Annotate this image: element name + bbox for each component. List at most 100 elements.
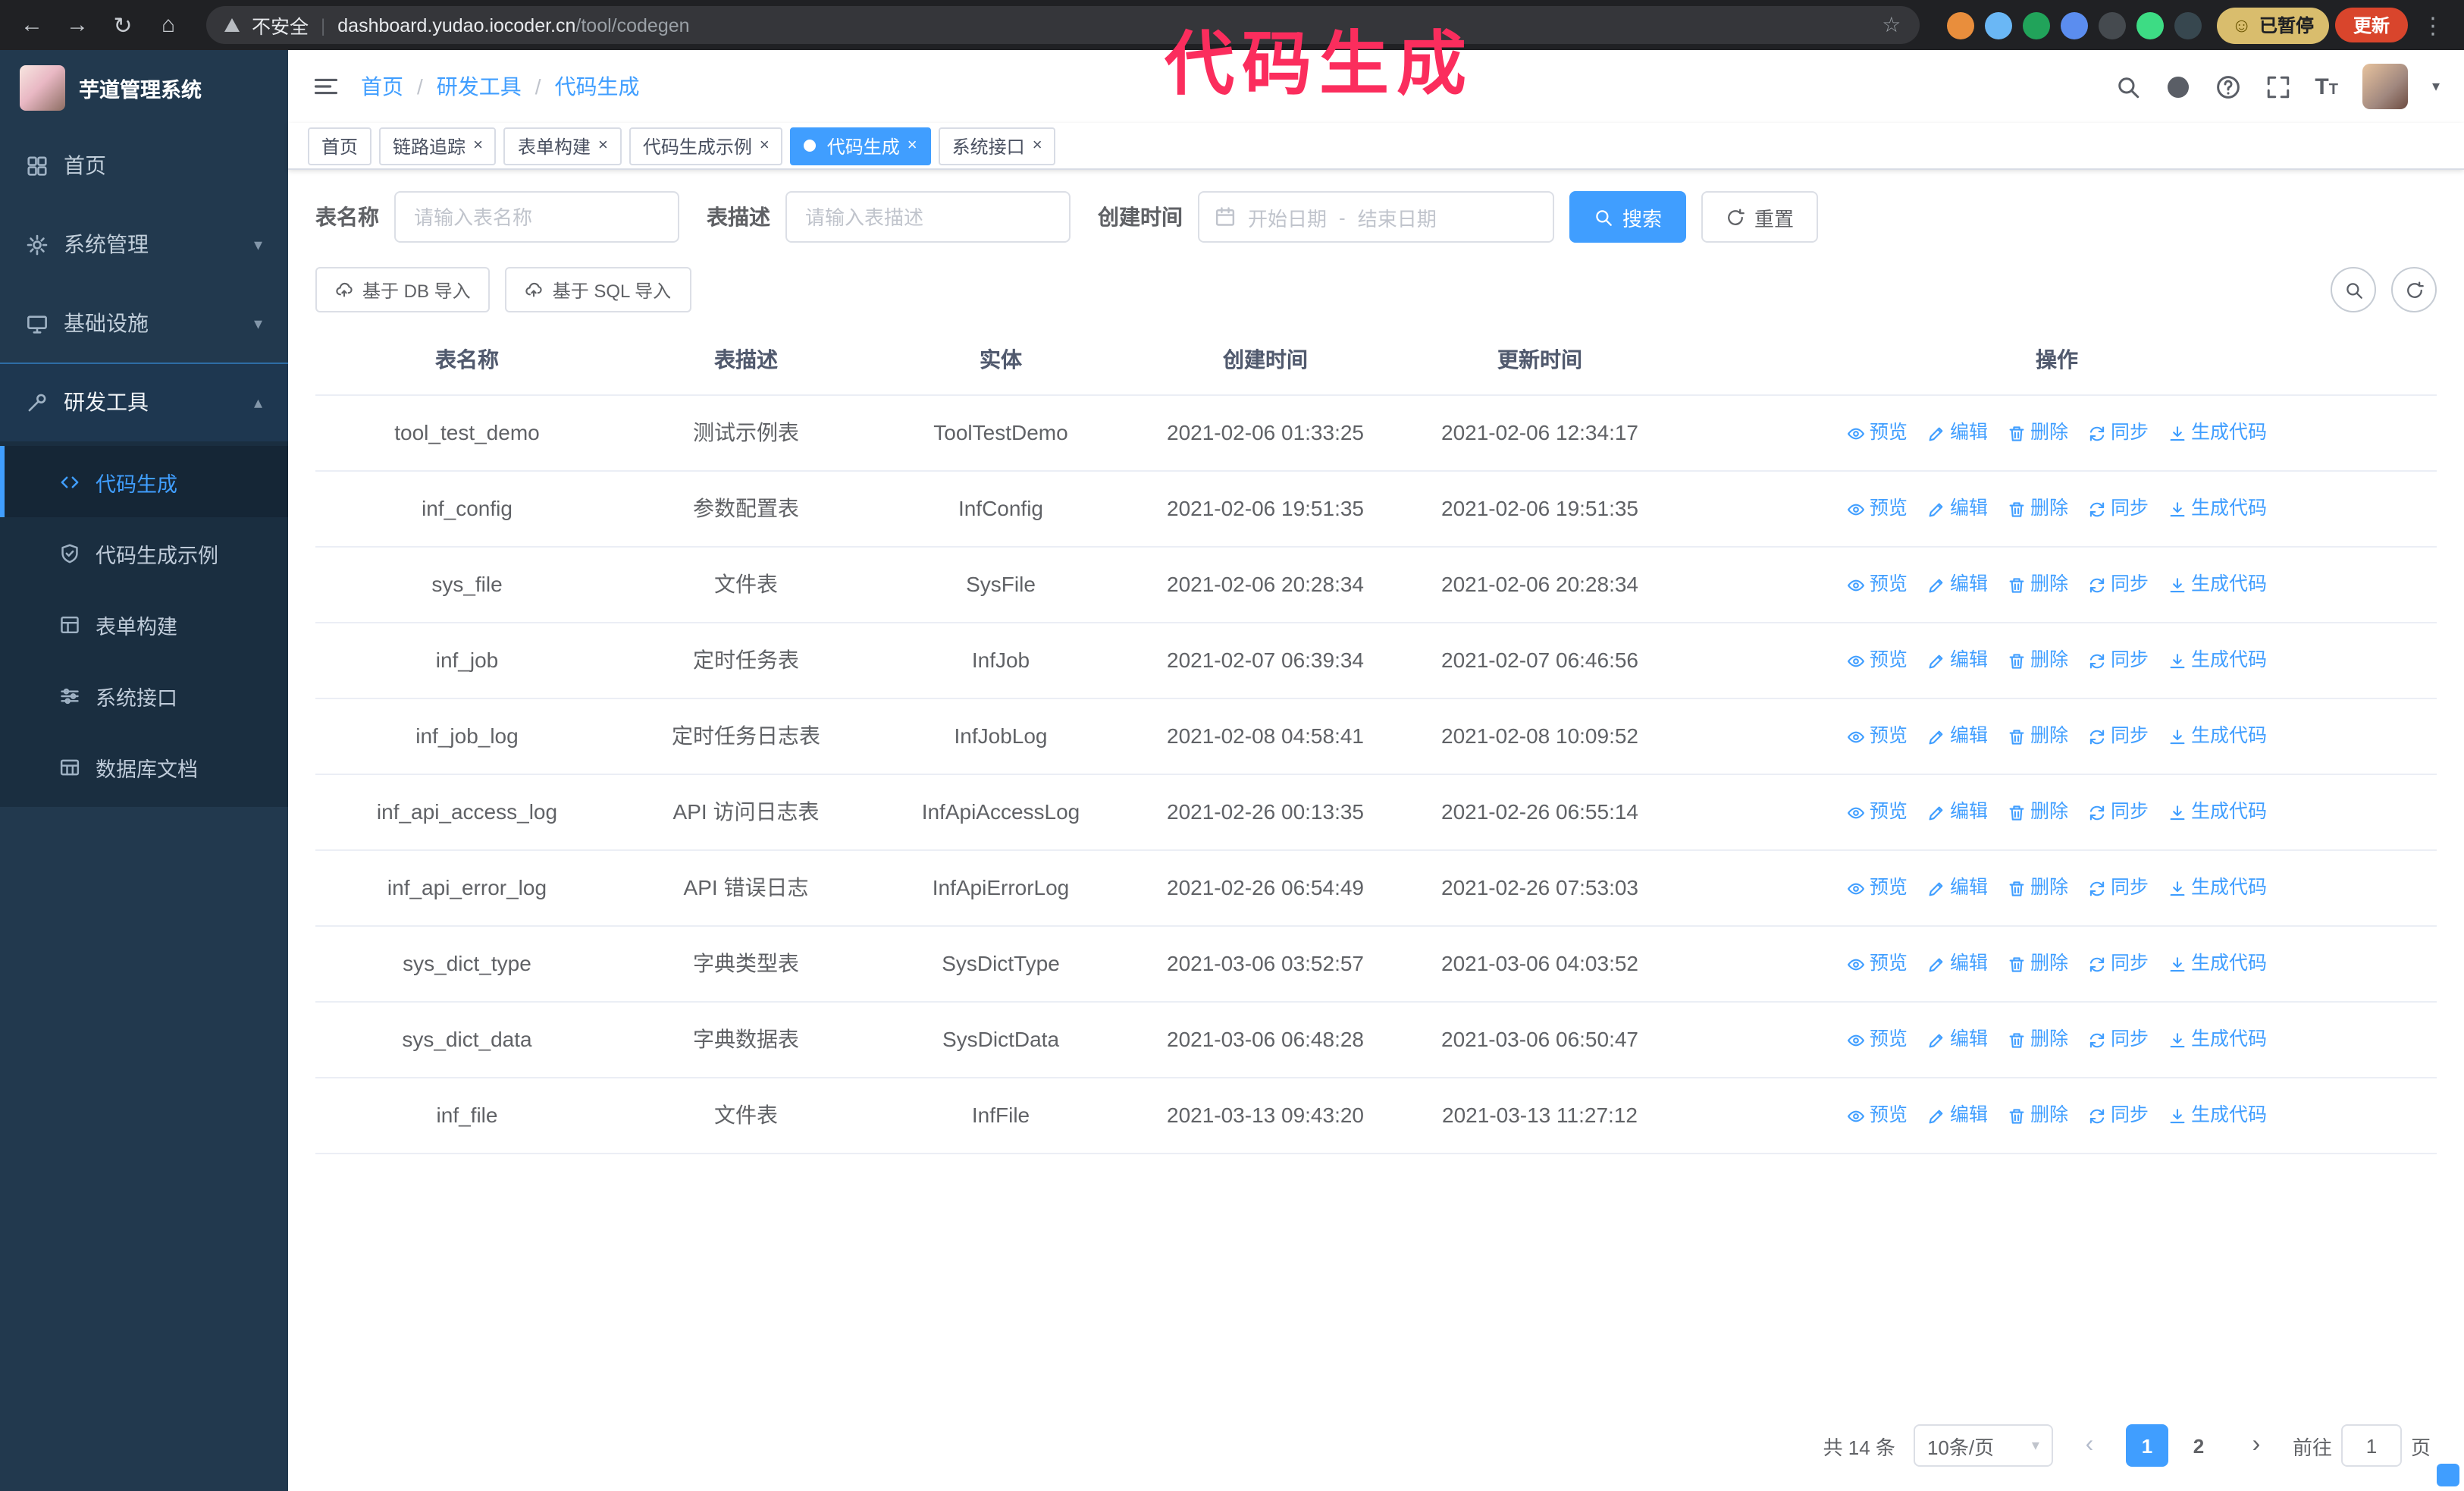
delete-link[interactable]: 删除 bbox=[2008, 948, 2068, 980]
tab-item[interactable]: 代码生成示例 × bbox=[629, 127, 783, 165]
edit-link[interactable]: 编辑 bbox=[1927, 1100, 1988, 1132]
goto-page-input[interactable] bbox=[2340, 1424, 2402, 1467]
generate-code-link[interactable]: 生成代码 bbox=[2168, 948, 2267, 980]
close-icon[interactable]: × bbox=[1033, 137, 1042, 155]
sync-link[interactable]: 同步 bbox=[2088, 872, 2149, 904]
search-icon[interactable] bbox=[2114, 74, 2140, 99]
preview-link[interactable]: 预览 bbox=[1847, 1024, 1908, 1056]
generate-code-link[interactable]: 生成代码 bbox=[2168, 872, 2267, 904]
edit-link[interactable]: 编辑 bbox=[1927, 645, 1988, 676]
refresh-table-button[interactable] bbox=[2391, 267, 2437, 312]
github-icon[interactable] bbox=[2165, 74, 2190, 99]
edit-link[interactable]: 编辑 bbox=[1927, 872, 1988, 904]
generate-code-link[interactable]: 生成代码 bbox=[2168, 796, 2267, 828]
generate-code-link[interactable]: 生成代码 bbox=[2168, 1024, 2267, 1056]
ext-wallet-icon[interactable] bbox=[2098, 11, 2126, 39]
tab-active[interactable]: 代码生成 × bbox=[790, 127, 931, 165]
reset-button[interactable]: 重置 bbox=[1701, 191, 1819, 243]
toggle-search-button[interactable] bbox=[2331, 267, 2376, 312]
sync-link[interactable]: 同步 bbox=[2088, 417, 2149, 449]
sync-link[interactable]: 同步 bbox=[2088, 948, 2149, 980]
edit-link[interactable]: 编辑 bbox=[1927, 493, 1988, 525]
generate-code-link[interactable]: 生成代码 bbox=[2168, 1100, 2267, 1132]
back-button[interactable]: ← bbox=[12, 5, 52, 45]
font-size-icon[interactable]: TT bbox=[2315, 74, 2338, 99]
generate-code-link[interactable]: 生成代码 bbox=[2168, 569, 2267, 601]
page-size-select[interactable]: 10条/页 ▾ bbox=[1913, 1424, 2053, 1467]
generate-code-link[interactable]: 生成代码 bbox=[2168, 645, 2267, 676]
collapse-sidebar-icon[interactable] bbox=[312, 73, 340, 100]
sync-link[interactable]: 同步 bbox=[2088, 796, 2149, 828]
next-page-button[interactable]: › bbox=[2238, 1424, 2274, 1467]
tab-item[interactable]: 表单构建 × bbox=[503, 127, 622, 165]
chevron-down-icon[interactable]: ▾ bbox=[2432, 78, 2440, 95]
preview-link[interactable]: 预览 bbox=[1847, 569, 1908, 601]
reload-button[interactable]: ↻ bbox=[103, 5, 143, 45]
browser-update-button[interactable]: 更新 bbox=[2334, 8, 2408, 42]
delete-link[interactable]: 删除 bbox=[2008, 569, 2068, 601]
sync-link[interactable]: 同步 bbox=[2088, 1024, 2149, 1056]
sync-link[interactable]: 同步 bbox=[2088, 720, 2149, 752]
home-button[interactable]: ⌂ bbox=[149, 5, 188, 45]
generate-code-link[interactable]: 生成代码 bbox=[2168, 720, 2267, 752]
delete-link[interactable]: 删除 bbox=[2008, 720, 2068, 752]
ext-people-icon[interactable] bbox=[2060, 11, 2088, 39]
delete-link[interactable]: 删除 bbox=[2008, 796, 2068, 828]
sidebar-item-monitor[interactable]: 基础设施 ▾ bbox=[0, 284, 288, 363]
delete-link[interactable]: 删除 bbox=[2008, 1024, 2068, 1056]
browser-menu-icon[interactable]: ⋮ bbox=[2414, 11, 2452, 39]
import-sql-button[interactable]: 基于 SQL 导入 bbox=[505, 267, 691, 312]
tab-item[interactable]: 链路追踪 × bbox=[379, 127, 497, 165]
tab-item[interactable]: 首页 bbox=[308, 127, 372, 165]
edit-link[interactable]: 编辑 bbox=[1927, 720, 1988, 752]
preview-link[interactable]: 预览 bbox=[1847, 872, 1908, 904]
preview-link[interactable]: 预览 bbox=[1847, 417, 1908, 449]
preview-link[interactable]: 预览 bbox=[1847, 493, 1908, 525]
sidebar-item-dashboard[interactable]: 首页 bbox=[0, 126, 288, 205]
delete-link[interactable]: 删除 bbox=[2008, 1100, 2068, 1132]
sync-link[interactable]: 同步 bbox=[2088, 645, 2149, 676]
sidebar-subitem-sliders[interactable]: 系统接口 bbox=[0, 660, 288, 731]
breadcrumb-item[interactable]: 代码生成 bbox=[555, 71, 640, 102]
preview-link[interactable]: 预览 bbox=[1847, 948, 1908, 980]
edit-link[interactable]: 编辑 bbox=[1927, 796, 1988, 828]
help-icon[interactable] bbox=[2215, 74, 2240, 99]
import-db-button[interactable]: 基于 DB 导入 bbox=[315, 267, 491, 312]
profile-paused-chip[interactable]: ☺ 已暂停 bbox=[2216, 7, 2329, 43]
forward-button[interactable]: → bbox=[58, 5, 97, 45]
delete-link[interactable]: 删除 bbox=[2008, 645, 2068, 676]
date-range-picker[interactable]: 开始日期 - 结束日期 bbox=[1198, 191, 1554, 243]
close-icon[interactable]: × bbox=[473, 137, 483, 155]
ext-leaf-icon[interactable] bbox=[2136, 11, 2164, 39]
sidebar-subitem-shield[interactable]: 代码生成示例 bbox=[0, 517, 288, 589]
preview-link[interactable]: 预览 bbox=[1847, 720, 1908, 752]
sync-link[interactable]: 同步 bbox=[2088, 1100, 2149, 1132]
ext-fox-icon[interactable] bbox=[1946, 11, 1974, 39]
preview-link[interactable]: 预览 bbox=[1847, 796, 1908, 828]
close-icon[interactable]: × bbox=[598, 137, 608, 155]
tab-item[interactable]: 系统接口 × bbox=[938, 127, 1056, 165]
page-button-1[interactable]: 1 bbox=[2125, 1424, 2168, 1467]
delete-link[interactable]: 删除 bbox=[2008, 417, 2068, 449]
table-desc-input[interactable] bbox=[785, 191, 1071, 243]
close-icon[interactable]: × bbox=[908, 137, 917, 155]
delete-link[interactable]: 删除 bbox=[2008, 493, 2068, 525]
sync-link[interactable]: 同步 bbox=[2088, 493, 2149, 525]
ext-drop-icon[interactable] bbox=[1984, 11, 2012, 39]
edit-link[interactable]: 编辑 bbox=[1927, 417, 1988, 449]
address-bar[interactable]: 不安全 | dashboard.yudao.iocoder.cn/tool/co… bbox=[206, 6, 1920, 44]
prev-page-button[interactable]: ‹ bbox=[2071, 1424, 2108, 1467]
generate-code-link[interactable]: 生成代码 bbox=[2168, 417, 2267, 449]
bookmark-star-icon[interactable]: ☆ bbox=[1882, 12, 1901, 38]
generate-code-link[interactable]: 生成代码 bbox=[2168, 493, 2267, 525]
sidebar-item-wrench[interactable]: 研发工具 ▴ bbox=[0, 363, 288, 441]
delete-link[interactable]: 删除 bbox=[2008, 872, 2068, 904]
sync-link[interactable]: 同步 bbox=[2088, 569, 2149, 601]
ext-check-icon[interactable] bbox=[2022, 11, 2050, 39]
edit-link[interactable]: 编辑 bbox=[1927, 569, 1988, 601]
close-icon[interactable]: × bbox=[760, 137, 770, 155]
app-logo[interactable]: 芋道管理系统 bbox=[0, 50, 288, 126]
search-button[interactable]: 搜索 bbox=[1569, 191, 1687, 243]
edit-link[interactable]: 编辑 bbox=[1927, 1024, 1988, 1056]
page-button-2[interactable]: 2 bbox=[2177, 1424, 2220, 1467]
